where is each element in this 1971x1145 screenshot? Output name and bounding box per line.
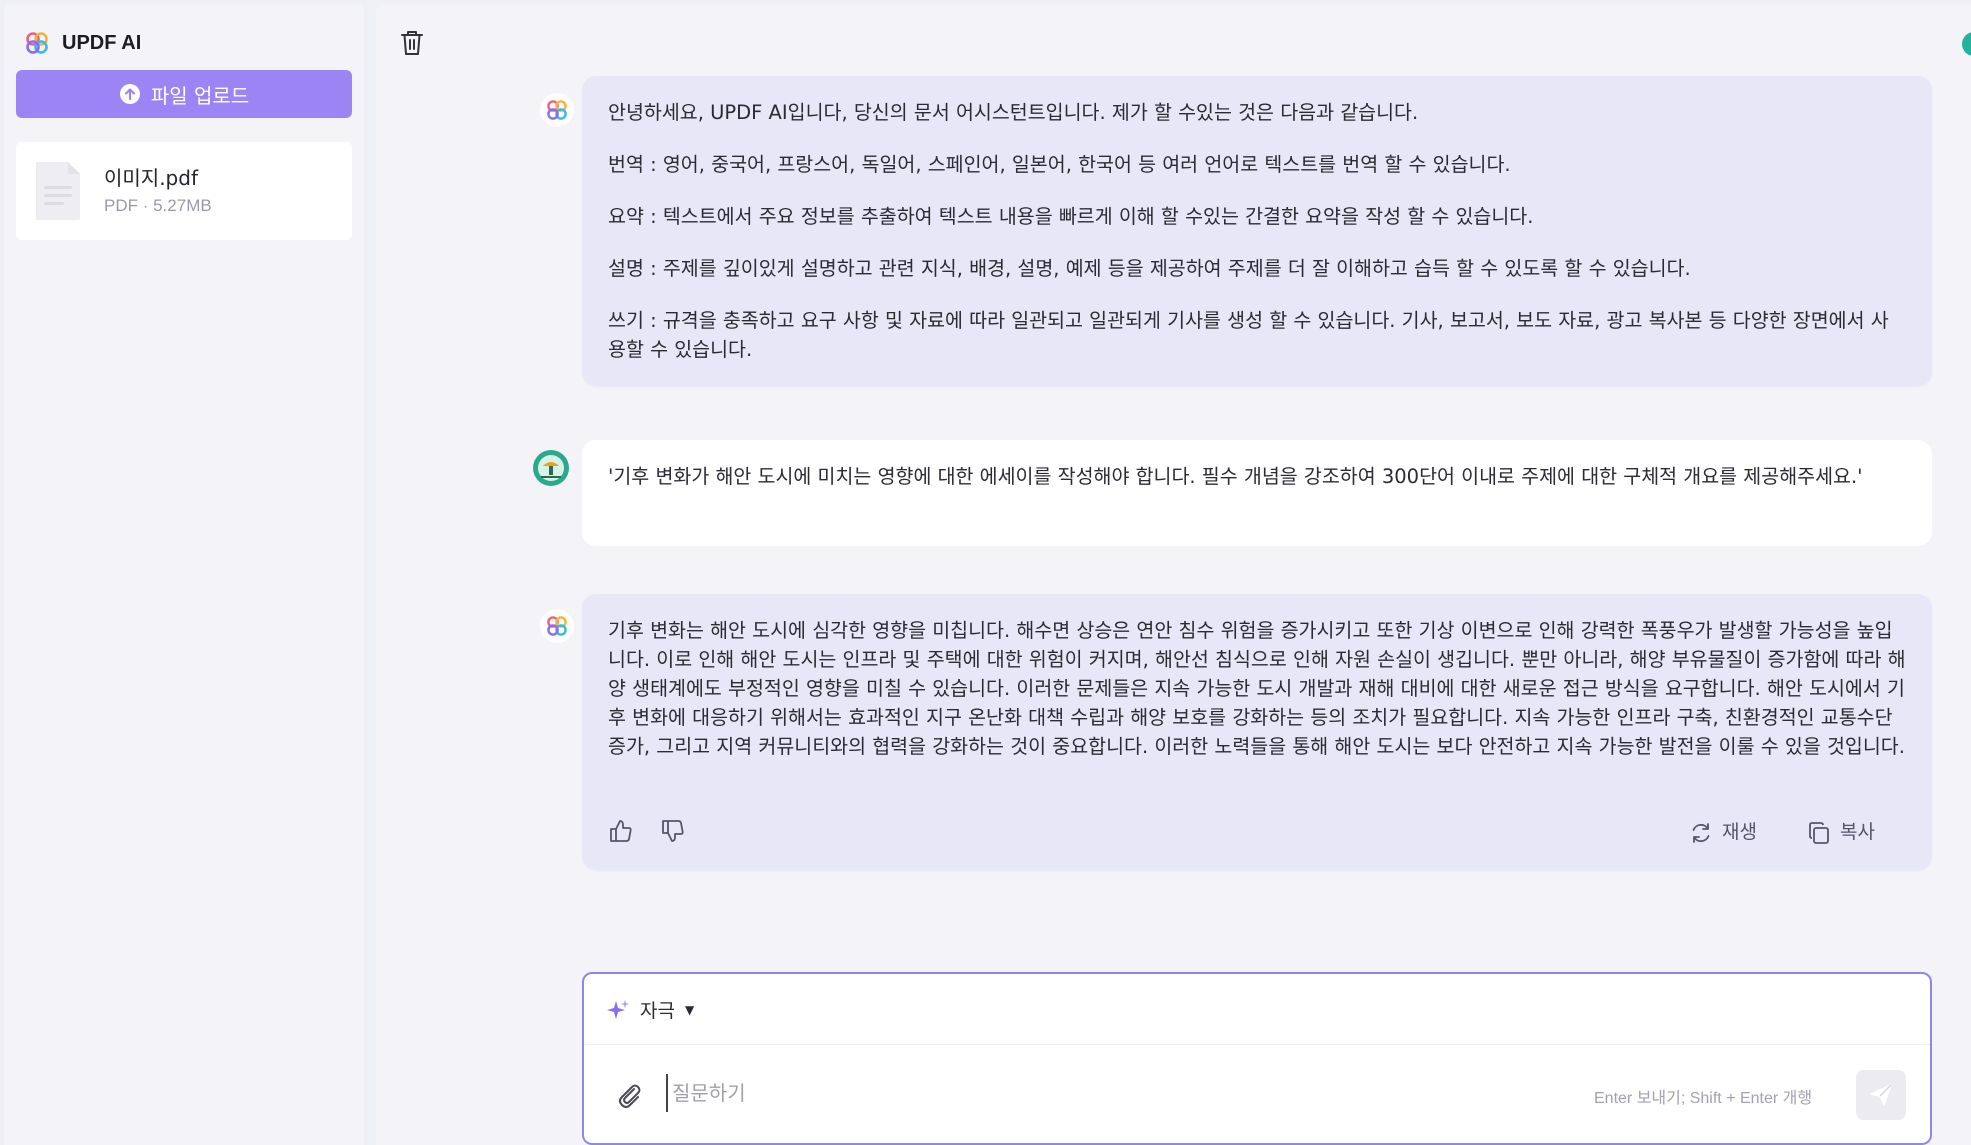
regenerate-label: 재생 <box>1722 821 1757 843</box>
brand: UPDF AI <box>24 30 141 56</box>
file-name: 이미지.pdf <box>104 166 198 190</box>
upload-label: 파일 업로드 <box>150 83 250 108</box>
updf-logo-icon <box>26 32 48 54</box>
regenerate-button[interactable]: 재생 <box>1688 818 1757 847</box>
dislike-button[interactable] <box>660 818 686 844</box>
like-button[interactable] <box>608 818 634 844</box>
app-title: UPDF AI <box>62 31 142 54</box>
ai-avatar-icon <box>540 609 574 643</box>
upload-arrow-icon <box>119 84 140 104</box>
paperclip-icon[interactable] <box>614 1080 644 1110</box>
document-icon <box>36 162 80 220</box>
thumbs-down-icon <box>662 820 684 842</box>
thumbs-up-icon <box>610 820 632 842</box>
upload-file-button[interactable]: 파일 업로드 <box>16 70 352 118</box>
send-hint: Enter 보내기; Shift + Enter 개행 <box>1594 1090 1813 1107</box>
divider <box>584 1044 1930 1045</box>
intro-line: 쓰기 : 규격을 충족하고 요구 사항 및 자료에 따라 일관되고 일관되게 기… <box>608 309 1889 361</box>
sidebar: UPDF AI 파일 업로드 이미지.pdf PDF · 5.27MB <box>4 4 364 1145</box>
chevron-down-icon: ▼ <box>684 1002 695 1017</box>
user-text: '기후 변화가 해안 도시에 미치는 영향에 대한 에세이를 작성해야 합니다.… <box>608 465 1863 488</box>
copy-label: 복사 <box>1840 821 1875 843</box>
file-meta: PDF · 5.27MB <box>104 196 212 215</box>
question-input[interactable] <box>666 1074 1546 1112</box>
ai-avatar-icon <box>540 93 574 127</box>
intro-line: 안녕하세요, UPDF AI입니다, 당신의 문서 어시스턴트입니다. 제가 할… <box>608 101 1419 124</box>
message-actions: 재생 복사 <box>582 818 1932 848</box>
chat-panel: 안녕하세요, UPDF AI입니다, 당신의 문서 어시스턴트입니다. 제가 할… <box>376 4 1971 1145</box>
user-avatar-icon <box>533 450 569 486</box>
copy-button[interactable]: 복사 <box>1806 818 1875 847</box>
intro-line: 설명 : 주제를 깊이있게 설명하고 관련 지식, 배경, 설명, 예제 등을 … <box>608 257 1691 280</box>
send-button[interactable] <box>1856 1070 1906 1120</box>
intro-line: 요약 : 텍스트에서 주요 정보를 추출하여 텍스트 내용을 빠르게 이해 할 … <box>608 205 1534 228</box>
ai-answer-message: 기후 변화는 해안 도시에 심각한 영향을 미칩니다. 해수면 상승은 연안 침… <box>582 594 1932 870</box>
intro-line: 번역 : 영어, 중국어, 프랑스어, 독일어, 스페인어, 일본어, 한국어 … <box>608 153 1511 176</box>
mode-label: 자극 <box>640 1000 675 1022</box>
side-indicator <box>1962 32 1971 56</box>
prompt-mode-dropdown[interactable]: 자극 ▼ <box>606 996 694 1023</box>
send-icon <box>1870 1084 1892 1106</box>
sparkle-icon <box>607 999 629 1019</box>
ai-intro-message: 안녕하세요, UPDF AI입니다, 당신의 문서 어시스턴트입니다. 제가 할… <box>582 76 1932 386</box>
user-message: '기후 변화가 해안 도시에 미치는 영향에 대한 에세이를 작성해야 합니다.… <box>582 440 1932 546</box>
copy-icon <box>1809 821 1829 844</box>
composer: 자극 ▼ Enter 보내기; Shift + Enter 개행 <box>582 972 1932 1145</box>
refresh-icon <box>1692 822 1710 843</box>
trash-icon[interactable] <box>398 28 426 58</box>
answer-text: 기후 변화는 해안 도시에 심각한 영향을 미칩니다. 해수면 상승은 연안 침… <box>608 619 1906 758</box>
file-item[interactable]: 이미지.pdf PDF · 5.27MB <box>16 142 352 240</box>
